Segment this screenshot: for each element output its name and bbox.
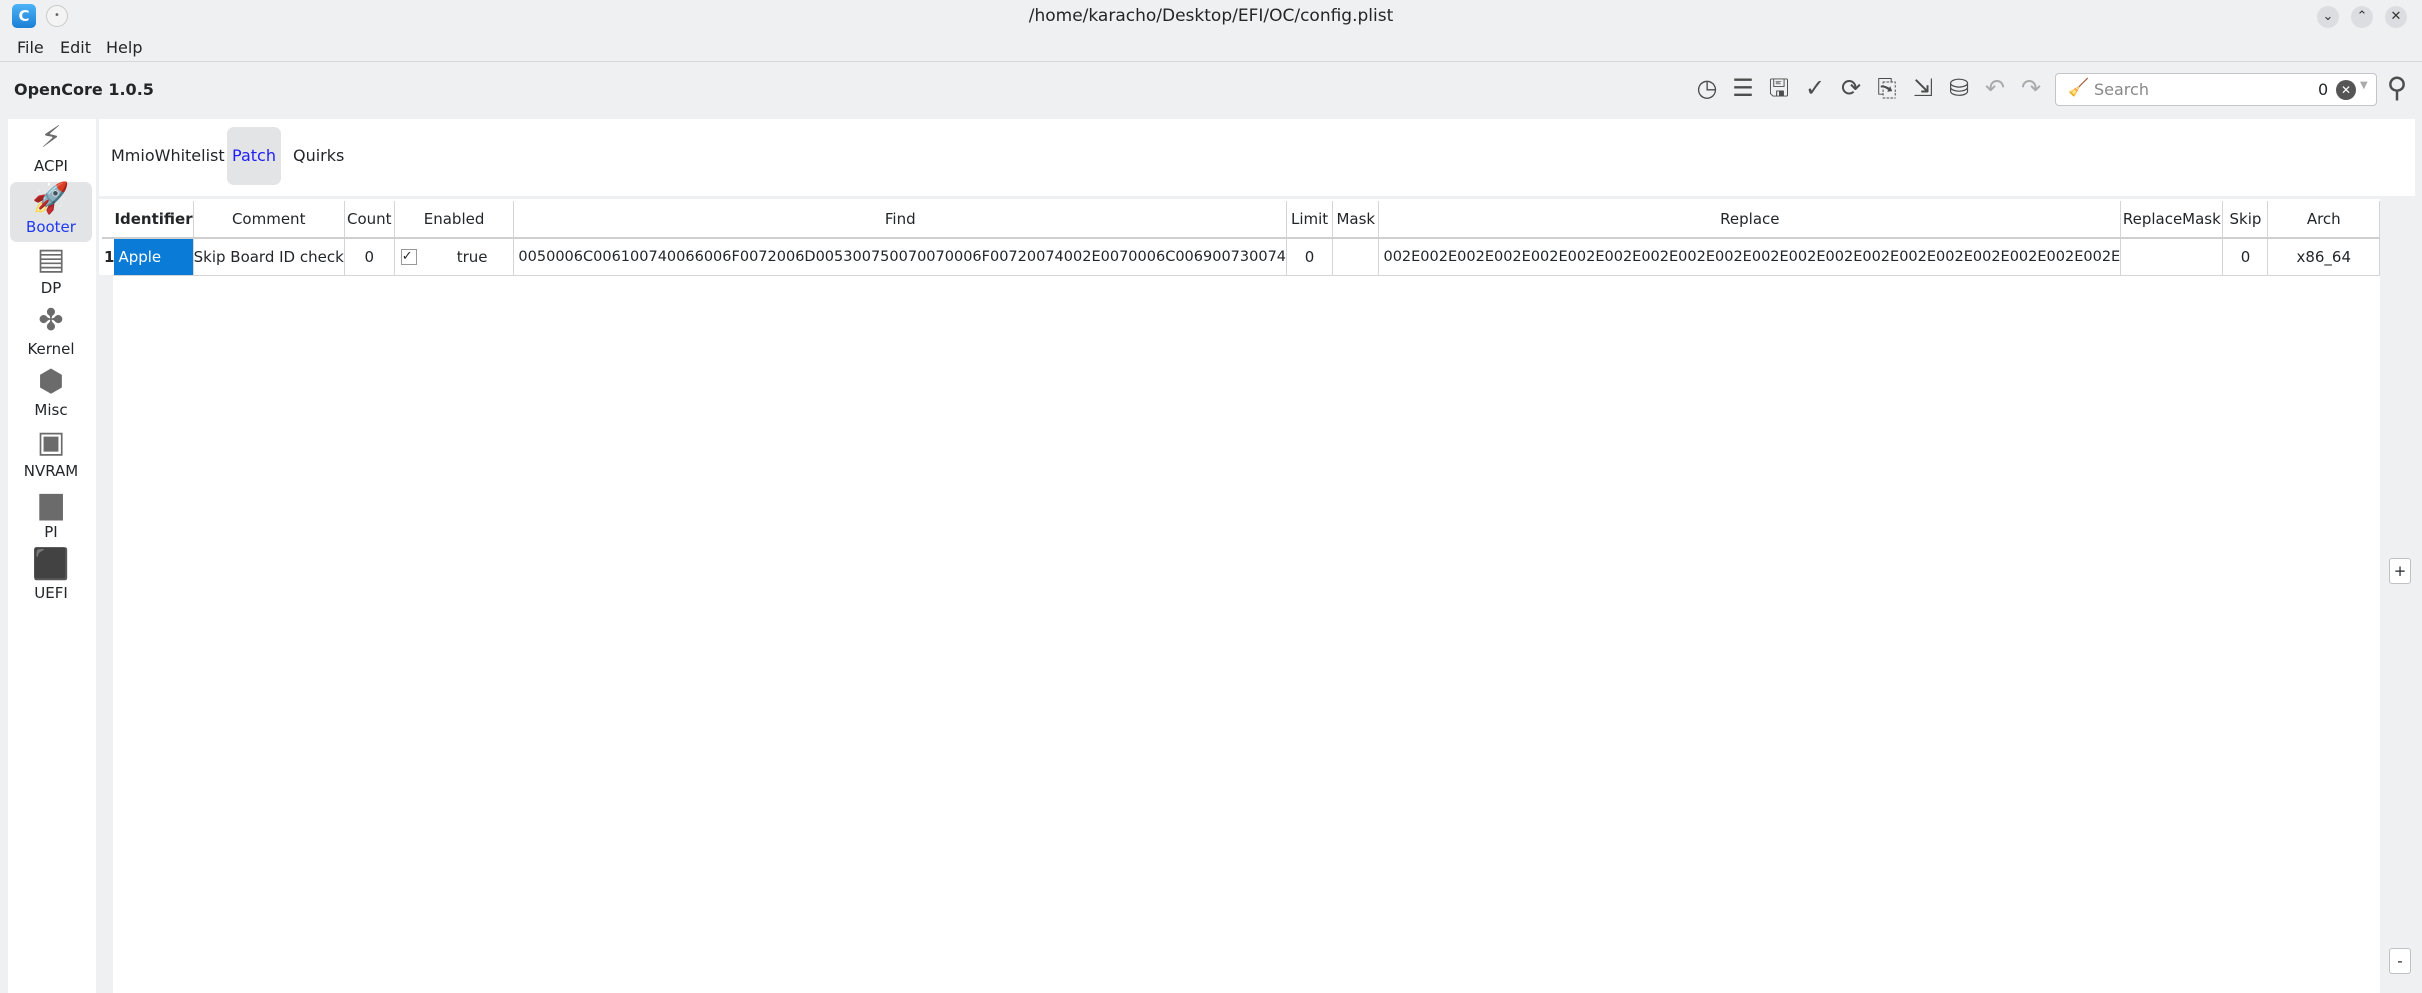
sidebar-item-acpi[interactable]: ⚡ ACPI — [10, 121, 92, 179]
corner-header — [102, 201, 115, 239]
column-header-enabled[interactable]: Enabled — [394, 201, 515, 239]
sync-list-icon[interactable]: ⟳ — [1836, 72, 1866, 104]
column-header-replace[interactable]: Replace — [1378, 201, 2122, 239]
sidebar-item-pi[interactable]: ▆ PI — [10, 487, 92, 545]
sidebar-item-label: NVRAM — [23, 462, 79, 480]
window-title: /home/karacho/Desktop/EFI/OC/config.plis… — [1028, 6, 1394, 26]
search-field[interactable]: 🧹 Search 0 ✕ ▼ — [2055, 73, 2377, 106]
search-count: 0 — [2318, 80, 2329, 99]
column-header-mask[interactable]: Mask — [1332, 201, 1380, 239]
row-number[interactable]: 1 — [102, 238, 115, 276]
rocket-icon: 🚀 — [32, 181, 70, 216]
edit-image-icon[interactable]: ⎘ — [1872, 72, 1902, 104]
sidebar-item-label: PI — [44, 523, 58, 541]
column-header-skip[interactable]: Skip — [2222, 201, 2269, 239]
sidebar: ⚡ ACPI 🚀 Booter ▤ DP ✤ Kernel ⬢ Misc ▣ NVRAM ▆… — [8, 119, 96, 993]
tab-bar: MmioWhitelist Patch Quirks — [99, 119, 2415, 196]
sidebar-item-label: Booter — [26, 218, 76, 236]
title-bar: C • /home/karacho/Desktop/EFI/OC/config.… — [0, 0, 2422, 34]
column-header-comment[interactable]: Comment — [193, 201, 345, 239]
enabled-value: true — [456, 247, 488, 266]
search-placeholder: Search — [2094, 80, 2149, 99]
search-icon[interactable]: ⚲ — [2382, 72, 2412, 104]
list-icon[interactable]: ☰ — [1728, 72, 1758, 104]
sidebar-item-label: UEFI — [34, 584, 68, 602]
chevron-down-icon[interactable]: ▼ — [2360, 80, 2368, 91]
broom-icon: 🧹 — [2068, 78, 2090, 98]
validate-icon[interactable]: ✓ — [1800, 72, 1830, 104]
add-row-button[interactable]: + — [2389, 558, 2411, 584]
menu-file[interactable]: File — [17, 38, 44, 57]
sidebar-item-dp[interactable]: ▤ DP — [10, 243, 92, 301]
minimize-button[interactable]: ⌄ — [2317, 6, 2339, 28]
sidebar-item-misc[interactable]: ⬢ Misc — [10, 365, 92, 423]
maximize-button[interactable]: ⌃ — [2351, 6, 2373, 28]
column-header-identifier[interactable]: Identifier — [114, 201, 194, 239]
clear-search-icon[interactable]: ✕ — [2336, 80, 2356, 100]
sidebar-item-nvram[interactable]: ▣ NVRAM — [10, 426, 92, 484]
cell-skip[interactable]: 0 — [2222, 238, 2269, 276]
patch-table-area: Identifier Comment Count Enabled Find Li… — [99, 199, 2380, 993]
sidebar-item-label: Kernel — [27, 340, 75, 358]
monitor-apple-icon: ▆ — [39, 486, 63, 521]
column-header-arch[interactable]: Arch — [2267, 201, 2380, 239]
save-icon[interactable]: 🖫 — [1764, 72, 1794, 104]
redo-icon[interactable]: ↷ — [2016, 72, 2046, 104]
cell-arch[interactable]: x86_64 — [2267, 238, 2380, 276]
cube-icon: ⬛ — [32, 547, 70, 582]
remove-row-button[interactable]: - — [2389, 948, 2411, 974]
cell-replace[interactable]: 002E002E002E002E002E002E002E002E002E002E… — [1378, 238, 2122, 276]
tab-quirks[interactable]: Quirks — [285, 127, 352, 185]
menu-bar: File Edit Help — [0, 34, 2422, 62]
column-header-count[interactable]: Count — [344, 201, 395, 239]
column-header-limit[interactable]: Limit — [1286, 201, 1334, 239]
enabled-checkbox[interactable]: ✓ — [400, 249, 417, 266]
hexagons-icon: ⬢ — [37, 364, 65, 399]
cell-count[interactable]: 0 — [344, 238, 395, 276]
kernel-icon: ✤ — [38, 303, 64, 338]
menu-help[interactable]: Help — [106, 38, 142, 57]
sidebar-item-uefi[interactable]: ⬛ UEFI — [10, 548, 92, 606]
table-row[interactable]: 1 Apple Skip Board ID check 0 ✓ true 0050… — [102, 238, 2380, 276]
sidebar-item-label: DP — [40, 279, 62, 297]
lightning-icon: ⚡ — [40, 120, 62, 155]
sidebar-item-kernel[interactable]: ✤ Kernel — [10, 304, 92, 362]
cell-identifier[interactable]: Apple — [114, 238, 194, 276]
database-icon[interactable]: ⛁ — [1944, 72, 1974, 104]
cell-comment[interactable]: Skip Board ID check — [193, 238, 345, 276]
sidebar-item-label: ACPI — [34, 157, 68, 175]
version-label: OpenCore 1.0.5 — [14, 80, 154, 99]
undo-icon[interactable]: ↶ — [1980, 72, 2010, 104]
column-header-replacemask[interactable]: ReplaceMask — [2120, 201, 2224, 239]
cell-find[interactable]: 0050006C006100740066006F0072006D00530075… — [513, 238, 1288, 276]
chip-icon: ▣ — [36, 425, 66, 460]
cell-replacemask[interactable] — [2120, 238, 2224, 276]
sidebar-item-booter[interactable]: 🚀 Booter — [10, 182, 92, 242]
graphics-card-icon: ▤ — [36, 242, 66, 277]
menu-edit[interactable]: Edit — [60, 38, 91, 57]
close-button[interactable]: ✕ — [2385, 6, 2407, 28]
sidebar-item-label: Misc — [34, 401, 68, 419]
recent-files-icon[interactable]: ◷ — [1692, 72, 1722, 104]
tab-patch[interactable]: Patch — [227, 127, 281, 185]
cell-limit[interactable]: 0 — [1286, 238, 1334, 276]
import-icon[interactable]: ⇲ — [1908, 72, 1938, 104]
row-header-strip — [99, 275, 113, 993]
patch-table: Identifier Comment Count Enabled Find Li… — [102, 201, 2380, 276]
tab-mmiowhitelist[interactable]: MmioWhitelist — [103, 127, 233, 185]
cell-enabled[interactable]: ✓ true — [394, 238, 515, 276]
cell-mask[interactable] — [1332, 238, 1380, 276]
column-header-find[interactable]: Find — [513, 201, 1288, 239]
